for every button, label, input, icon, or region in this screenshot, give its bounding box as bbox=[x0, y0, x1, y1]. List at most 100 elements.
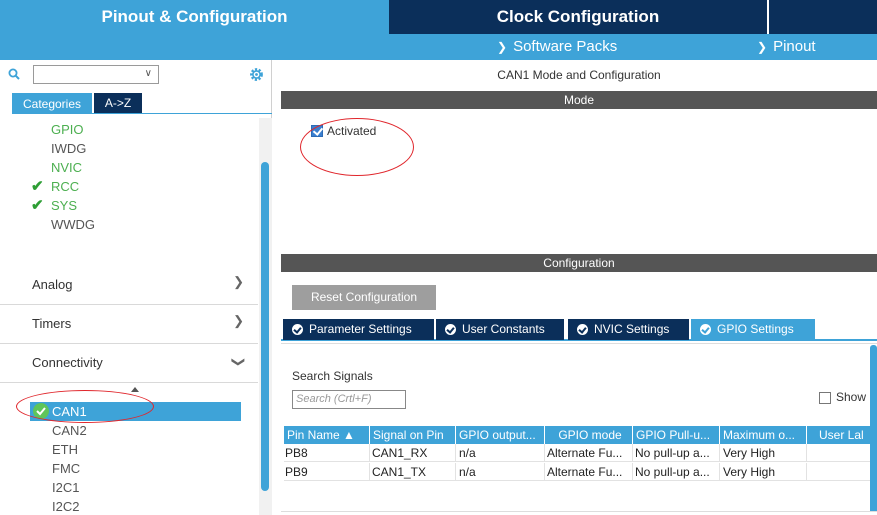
cell-pin-name: PB9 bbox=[284, 463, 370, 481]
tree-item-iwdg[interactable]: IWDG bbox=[51, 139, 86, 158]
mode-configuration-panel: CAN1 Mode and Configuration Mode Activat… bbox=[281, 60, 877, 515]
annotation-circle bbox=[300, 118, 414, 176]
cell-signal: CAN1_TX bbox=[370, 463, 456, 481]
tab-a-to-z[interactable]: A->Z bbox=[94, 93, 142, 113]
cell-user-label bbox=[807, 463, 877, 481]
chevron-right-icon: ❯ bbox=[233, 313, 244, 328]
top-tab-bar: Pinout & Configuration Clock Configurati… bbox=[0, 0, 877, 34]
tab-label: GPIO Settings bbox=[717, 322, 794, 336]
cell-gpio-mode: Alternate Fu... bbox=[545, 463, 633, 481]
table-row[interactable]: PB9 CAN1_TX n/a Alternate Fu... No pull-… bbox=[284, 463, 877, 481]
category-label: Analog bbox=[32, 277, 73, 292]
column-header-gpio-mode[interactable]: GPIO mode bbox=[545, 426, 633, 444]
check-icon: ✔ bbox=[31, 178, 44, 195]
reset-configuration-button[interactable]: Reset Configuration bbox=[292, 285, 436, 310]
sort-up-icon: ▲ bbox=[343, 428, 355, 442]
tree-item-sys[interactable]: ✔ SYS bbox=[31, 196, 78, 215]
column-header-pin-name[interactable]: Pin Name ▲ bbox=[284, 426, 370, 444]
column-header-gpio-output[interactable]: GPIO output... bbox=[456, 426, 545, 444]
software-packs-menu[interactable]: ❯ Software Packs bbox=[497, 34, 617, 60]
categories-panel: ∨ Categories A->Z GPIO IWDG NVIC ✔ RCC ✔ S… bbox=[0, 60, 272, 515]
tab-label: Parameter Settings bbox=[309, 322, 412, 336]
tab-gpio-settings[interactable]: GPIO Settings bbox=[691, 319, 815, 340]
search-icon[interactable] bbox=[8, 68, 20, 80]
tab-label: NVIC Settings bbox=[594, 322, 670, 336]
chevron-down-icon[interactable]: ∨ bbox=[145, 68, 152, 79]
tree-item-nvic[interactable]: NVIC bbox=[51, 158, 82, 177]
category-label: Timers bbox=[32, 316, 72, 331]
bottom-border bbox=[281, 511, 877, 515]
show-checkbox[interactable] bbox=[819, 392, 831, 404]
cell-signal: CAN1_RX bbox=[370, 444, 456, 462]
mode-header: Mode bbox=[281, 91, 877, 109]
category-search-row: ∨ bbox=[0, 60, 272, 90]
cell-gpio-mode: Alternate Fu... bbox=[545, 444, 633, 462]
scrollbar-thumb[interactable] bbox=[261, 162, 269, 491]
tree-item-eth[interactable]: ETH bbox=[52, 440, 78, 459]
annotation-circle bbox=[16, 390, 154, 423]
tab-user-constants[interactable]: User Constants bbox=[436, 319, 564, 340]
tree-item-label: SYS bbox=[51, 198, 78, 213]
category-timers[interactable]: Timers ❯ bbox=[0, 305, 258, 344]
tree-item-rcc[interactable]: ✔ RCC bbox=[31, 177, 80, 196]
cell-pin-name: PB8 bbox=[284, 444, 370, 462]
cell-maximum-output: Very High bbox=[720, 444, 807, 462]
check-circle-icon bbox=[292, 324, 303, 335]
configuration-header: Configuration bbox=[281, 254, 877, 272]
sub-menu-bar: ❯ Software Packs ❯ Pinout bbox=[0, 34, 877, 60]
cell-gpio-pull: No pull-up a... bbox=[633, 444, 720, 462]
check-icon: ✔ bbox=[31, 197, 44, 214]
category-connectivity[interactable]: Connectivity ❯ bbox=[0, 344, 258, 383]
tab-categories[interactable]: Categories bbox=[12, 93, 92, 113]
tab-label: User Constants bbox=[462, 322, 545, 336]
tree-item-label: RCC bbox=[51, 179, 80, 194]
column-label: Pin Name bbox=[287, 428, 340, 442]
tab-parameter-settings[interactable]: Parameter Settings bbox=[283, 319, 434, 340]
tree-item-i2c1[interactable]: I2C1 bbox=[52, 478, 79, 497]
cell-gpio-output: n/a bbox=[456, 463, 545, 481]
tab-underline bbox=[12, 113, 272, 114]
column-header-gpio-pull[interactable]: GPIO Pull-u... bbox=[633, 426, 720, 444]
gear-icon[interactable] bbox=[248, 66, 265, 83]
chevron-right-icon: ❯ bbox=[233, 274, 244, 289]
column-header-signal[interactable]: Signal on Pin bbox=[370, 426, 456, 444]
column-header-maximum-output[interactable]: Maximum o... bbox=[720, 426, 807, 444]
chevron-down-icon: ❯ bbox=[231, 356, 247, 368]
pinout-menu[interactable]: ❯ Pinout bbox=[757, 34, 816, 60]
show-label: Show bbox=[836, 390, 867, 404]
table-row[interactable]: PB8 CAN1_RX n/a Alternate Fu... No pull-… bbox=[284, 444, 877, 462]
gpio-settings-panel: Search Signals Search (Crtl+F) Show Pin … bbox=[281, 343, 877, 515]
scroll-up-arrow-icon[interactable] bbox=[131, 387, 139, 392]
chevron-down-icon: ❯ bbox=[757, 40, 768, 54]
tree-item-fmc[interactable]: FMC bbox=[52, 459, 80, 478]
tab-pinout-configuration[interactable]: Pinout & Configuration bbox=[0, 0, 389, 34]
tab-clock-configuration[interactable]: Clock Configuration bbox=[389, 0, 767, 34]
configuration-tabs: Parameter Settings User Constants NVIC S… bbox=[281, 319, 877, 341]
pinout-label: Pinout bbox=[773, 38, 816, 55]
search-signals-label: Search Signals bbox=[292, 369, 373, 383]
category-search-input[interactable]: ∨ bbox=[33, 65, 159, 84]
software-packs-label: Software Packs bbox=[513, 38, 618, 55]
cell-maximum-output: Very High bbox=[720, 463, 807, 481]
tree-item-can2[interactable]: CAN2 bbox=[52, 421, 87, 440]
scrollbar-thumb[interactable] bbox=[870, 345, 877, 515]
cell-gpio-output: n/a bbox=[456, 444, 545, 462]
tree-item-i2c2[interactable]: I2C2 bbox=[52, 497, 79, 515]
check-circle-icon bbox=[577, 324, 588, 335]
tree-item-wwdg[interactable]: WWDG bbox=[51, 215, 95, 234]
check-circle-icon bbox=[700, 324, 711, 335]
panel-title: CAN1 Mode and Configuration bbox=[497, 68, 661, 82]
column-header-user-label[interactable]: User Lal bbox=[807, 426, 877, 444]
cell-gpio-pull: No pull-up a... bbox=[633, 463, 720, 481]
check-circle-icon bbox=[445, 324, 456, 335]
search-signals-input[interactable]: Search (Crtl+F) bbox=[292, 390, 406, 409]
category-label: Connectivity bbox=[32, 355, 103, 370]
tree-item-gpio[interactable]: GPIO bbox=[51, 120, 84, 139]
stm32cubemx-window: Pinout & Configuration Clock Configurati… bbox=[0, 0, 877, 515]
category-analog[interactable]: Analog ❯ bbox=[0, 266, 258, 305]
table-header: Pin Name ▲ Signal on Pin GPIO output... … bbox=[284, 426, 877, 444]
cell-user-label bbox=[807, 444, 877, 462]
chevron-down-icon: ❯ bbox=[497, 40, 508, 54]
tab-nvic-settings[interactable]: NVIC Settings bbox=[568, 319, 689, 340]
tab-extra[interactable] bbox=[769, 0, 877, 34]
